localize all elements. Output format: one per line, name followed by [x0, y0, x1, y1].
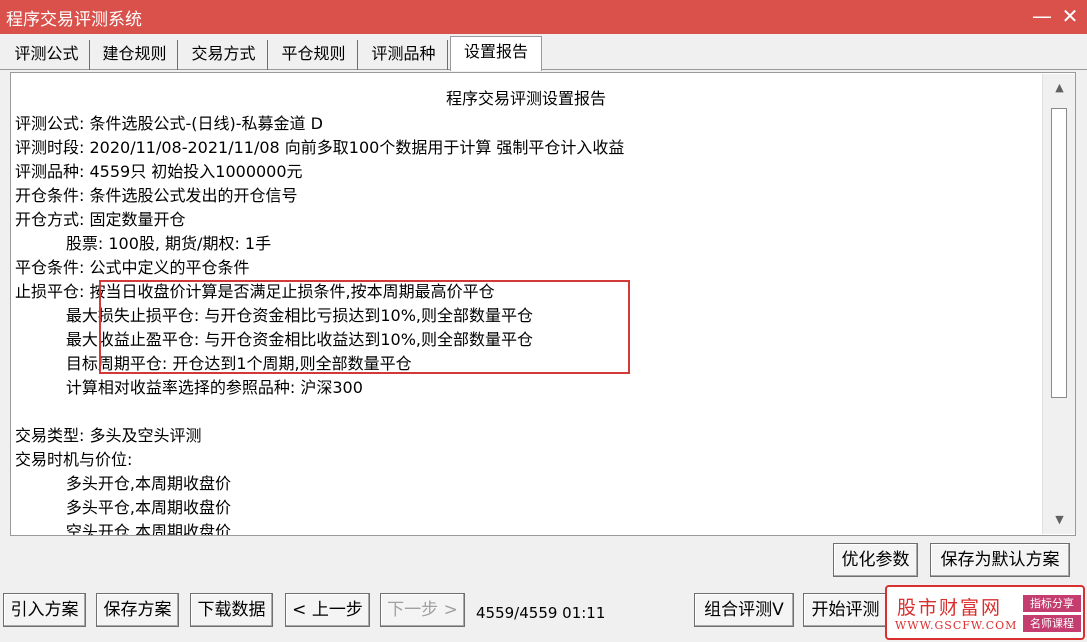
- report-line-long-open: 多头开仓,本周期收盘价: [15, 474, 231, 493]
- tab-exit-rules[interactable]: 平仓规则: [270, 40, 358, 70]
- report-line-benchmark: 计算相对收益率选择的参照品种: 沪深300: [15, 378, 363, 397]
- prev-step-button[interactable]: < 上一步: [285, 593, 370, 627]
- tab-eval-instruments[interactable]: 评测品种: [360, 40, 448, 70]
- report-line-formula: 评测公式: 条件选股公式-(日线)-私募金道 D: [15, 114, 323, 133]
- save-plan-button[interactable]: 保存方案: [96, 593, 179, 627]
- watermark-tag-top: 指标分享: [1023, 595, 1081, 612]
- report-line-instruments: 评测品种: 4559只 初始投入1000000元: [15, 162, 303, 181]
- scroll-up-arrow-icon[interactable]: ▲: [1043, 74, 1075, 102]
- download-data-button[interactable]: 下载数据: [190, 593, 273, 627]
- report-line-period: 评测时段: 2020/11/08-2021/11/08 向前多取100个数据用于…: [15, 138, 625, 157]
- tab-trade-mode[interactable]: 交易方式: [180, 40, 268, 70]
- watermark-tag-bottom: 名师课程: [1023, 615, 1081, 632]
- vertical-scrollbar[interactable]: ▲ ▼: [1042, 74, 1075, 534]
- report-line-lot-size: 股票: 100股, 期货/期权: 1手: [15, 234, 272, 253]
- report-line-long-close: 多头平仓,本周期收盘价: [15, 498, 231, 517]
- tab-strip: 评测公式 建仓规则 交易方式 平仓规则 评测品种 设置报告: [0, 36, 1087, 71]
- window-title: 程序交易评测系统: [6, 10, 142, 30]
- minimize-button[interactable]: —: [1028, 2, 1056, 30]
- scroll-thumb[interactable]: [1051, 108, 1067, 398]
- combo-eval-button[interactable]: 组合评测V: [694, 593, 794, 627]
- import-plan-button[interactable]: 引入方案: [3, 593, 86, 627]
- watermark-url: WWW.GSCFW.COM: [895, 619, 1018, 632]
- report-line-timing: 交易时机与价位:: [15, 450, 133, 469]
- close-button[interactable]: ✕: [1056, 2, 1084, 30]
- report-line-short-open: 空头开仓,本周期收盘价: [15, 522, 231, 536]
- tab-entry-rules[interactable]: 建仓规则: [92, 40, 178, 70]
- progress-status: 4559/4559 01:11: [476, 604, 606, 622]
- next-step-button[interactable]: 下一步 >: [380, 593, 465, 627]
- highlight-box: [99, 280, 630, 374]
- tab-settings-report[interactable]: 设置报告: [450, 36, 542, 71]
- tab-eval-formula[interactable]: 评测公式: [4, 40, 90, 70]
- report-line-exit-cond: 平仓条件: 公式中定义的平仓条件: [15, 258, 250, 277]
- optimize-params-button[interactable]: 优化参数: [833, 543, 918, 577]
- watermark-logo: 股市财富网 WWW.GSCFW.COM 指标分享 名师课程: [885, 585, 1085, 640]
- report-line-trade-type: 交易类型: 多头及空头评测: [15, 426, 202, 445]
- report-line-entry-cond: 开仓条件: 条件选股公式发出的开仓信号: [15, 186, 298, 205]
- title-bar: 程序交易评测系统 — ✕: [0, 0, 1087, 34]
- save-default-plan-button[interactable]: 保存为默认方案: [930, 543, 1070, 577]
- scroll-down-arrow-icon[interactable]: ▼: [1043, 506, 1075, 534]
- watermark-brand: 股市财富网: [897, 597, 1003, 619]
- report-line-entry-mode: 开仓方式: 固定数量开仓: [15, 210, 186, 229]
- report-title: 程序交易评测设置报告: [445, 89, 606, 108]
- start-eval-button[interactable]: 开始评测: [803, 593, 888, 627]
- report-panel[interactable]: 程序交易评测设置报告 评测公式: 条件选股公式-(日线)-私募金道 D 评测时段…: [10, 72, 1076, 536]
